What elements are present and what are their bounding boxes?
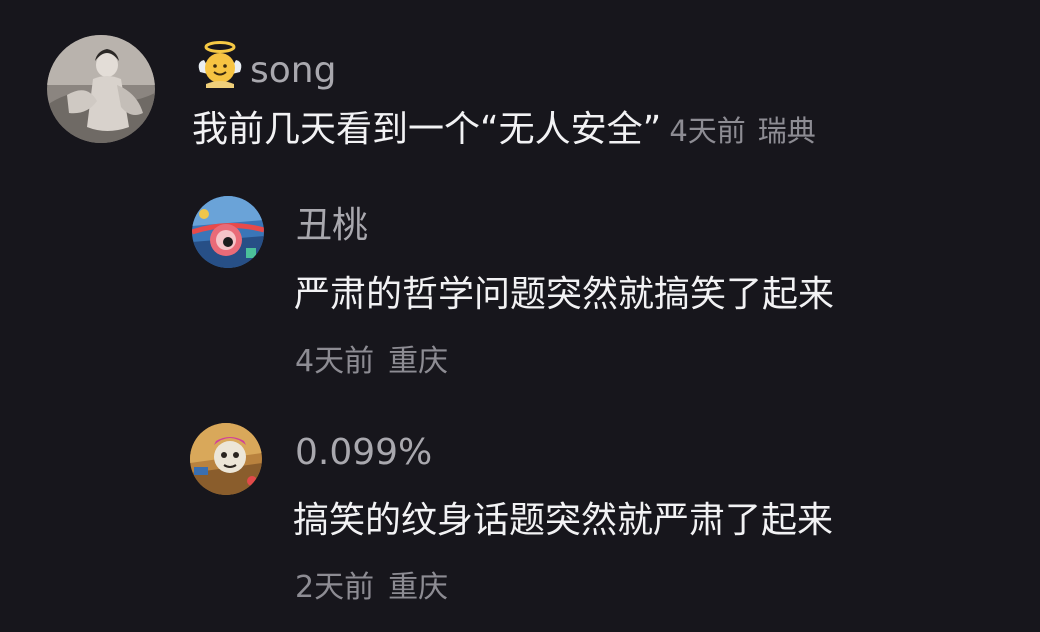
comment-meta: 4天前 重庆 [295,342,448,382]
username[interactable]: 0.099% [295,431,432,475]
avatar[interactable] [192,196,264,268]
avatar[interactable] [190,423,262,495]
reply-item[interactable]: 0.099% 搞笑的纹身话题突然就严肃了起来 2天前 重庆 [0,410,1040,632]
comment-meta: 2天前 重庆 [295,568,448,608]
username[interactable]: song [196,40,336,99]
username[interactable]: 丑桃 [296,204,368,248]
comment-time: 4天前 [295,344,375,379]
avatar[interactable] [47,35,155,143]
comment-text-line[interactable]: 我前几天看到一个“无人安全” 4天前 瑞典 [192,106,816,155]
comment-time: 4天前 [669,114,746,148]
comment-text[interactable]: 搞笑的纹身话题突然就严肃了起来 [293,497,833,545]
comment-location: 重庆 [388,570,449,605]
comment-time: 2天前 [295,570,375,605]
comment-text[interactable]: 严肃的哲学问题突然就搞笑了起来 [294,271,834,319]
comment-meta: 4天前 瑞典 [669,114,815,148]
comment-location: 重庆 [388,344,449,379]
angel-emoji-icon [196,40,244,99]
username-text: song [250,50,337,91]
reply-item[interactable]: 丑桃 严肃的哲学问题突然就搞笑了起来 4天前 重庆 [0,180,1040,400]
comment-text: 我前几天看到一个“无人安全” [192,109,662,150]
comment-location: 瑞典 [757,114,816,148]
comment-item[interactable]: song 我前几天看到一个“无人安全” 4天前 瑞典 [0,0,1040,170]
